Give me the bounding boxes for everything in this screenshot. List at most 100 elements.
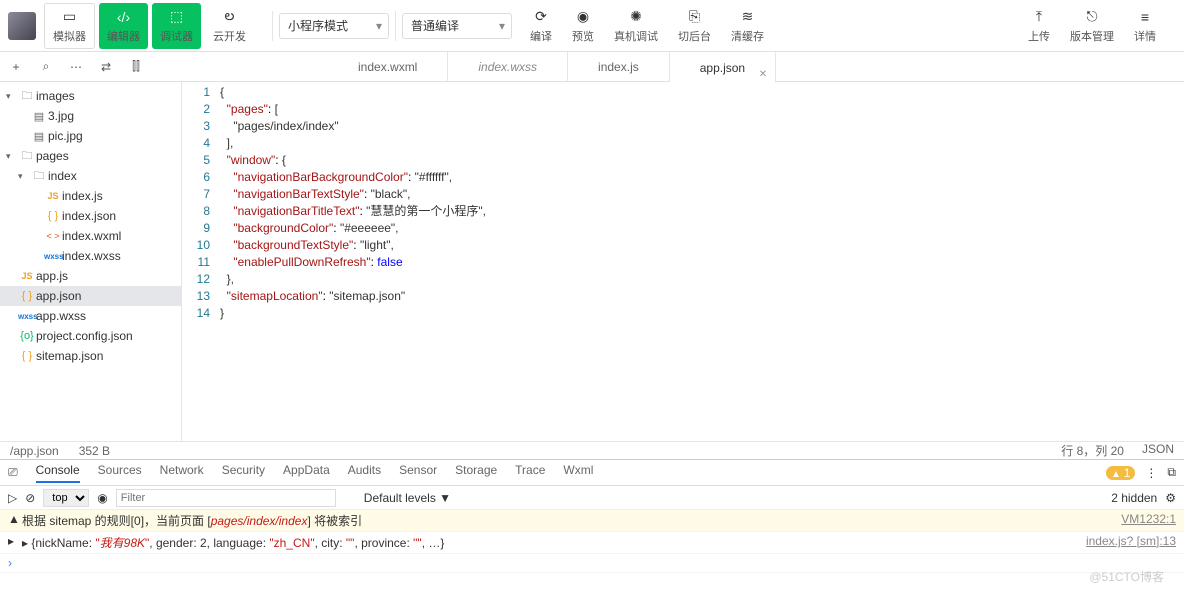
eye-icon[interactable]: ◉ [97, 491, 107, 505]
console-tab-wxml[interactable]: Wxml [563, 463, 593, 483]
tree-item-pic-jpg[interactable]: ▤pic.jpg [0, 126, 181, 146]
tab-index-js[interactable]: index.js [568, 52, 670, 82]
remote-debug-button[interactable]: ✺真机调试 [606, 4, 666, 48]
dock-icon[interactable]: ⧉ [1167, 465, 1176, 480]
img-icon: ▤ [30, 130, 48, 143]
inspect-icon[interactable]: ⎚ [8, 465, 18, 480]
json-icon: { } [18, 290, 36, 302]
sub-toolbar: + ⌕ ⋯ ⇄ ⫿⫿ index.wxmlindex.wxssindex.jsa… [0, 52, 1184, 82]
console-row[interactable]: ▲根据 sitemap 的规则[0]，当前页面 [pages/index/ind… [0, 510, 1184, 532]
warn-icon: ▲ [8, 512, 22, 529]
console-tab-sources[interactable]: Sources [98, 463, 142, 483]
wxml-icon: < > [44, 231, 62, 241]
js-icon: JS [18, 271, 36, 281]
tree-item-index-json[interactable]: { }index.json [0, 206, 181, 226]
status-position: 行 8，列 20 [1061, 442, 1124, 459]
arrow-icon: ▾ [6, 151, 18, 162]
line-gutter: 1234567891011121314 [182, 82, 220, 441]
avatar[interactable] [8, 12, 36, 40]
console-tab-console[interactable]: Console [36, 463, 80, 483]
js-icon: JS [44, 191, 62, 201]
arrow-icon: ▾ [6, 91, 18, 102]
upload-button[interactable]: ⤒上传 [1020, 4, 1058, 48]
tree-item-app-js[interactable]: JSapp.js [0, 266, 181, 286]
console-prompt[interactable]: › [0, 554, 1184, 573]
play-icon[interactable]: ▷ [8, 491, 17, 505]
tree-item-index-wxml[interactable]: < >index.wxml [0, 226, 181, 246]
console-tab-network[interactable]: Network [160, 463, 204, 483]
status-path: /app.json [10, 444, 59, 458]
details-button[interactable]: ≡详情 [1126, 4, 1164, 48]
console-tab-storage[interactable]: Storage [455, 463, 497, 483]
code-editor[interactable]: 1234567891011121314 { "pages": [ "pages/… [182, 82, 1184, 441]
tab-app-json[interactable]: app.json✕ [670, 52, 776, 82]
console-tab-security[interactable]: Security [222, 463, 265, 483]
editor-tabs: index.wxmlindex.wxssindex.jsapp.json✕ [328, 52, 776, 82]
file-tree: ▾🗀images▤3.jpg▤pic.jpg▾🗀pages▾🗀indexJSin… [0, 82, 182, 441]
tree-item-index[interactable]: ▾🗀index [0, 166, 181, 186]
tree-item-sitemap-json[interactable]: { }sitemap.json [0, 346, 181, 366]
tree-item-images[interactable]: ▾🗀images [0, 86, 181, 106]
tree-item-app-json[interactable]: { }app.json [0, 286, 181, 306]
file-name: images [36, 89, 75, 103]
filter-input[interactable] [116, 489, 336, 507]
simulator-button[interactable]: ▭模拟器 [44, 3, 95, 49]
mode-select[interactable]: 小程序模式 [279, 13, 389, 39]
editor-button[interactable]: ‹/›编辑器 [99, 3, 148, 49]
json-icon: { } [18, 350, 36, 362]
debugger-button[interactable]: ⬚调试器 [152, 3, 201, 49]
new-file-icon[interactable]: + [8, 60, 24, 74]
clear-icon[interactable]: ⊘ [25, 491, 35, 505]
status-bar: /app.json 352 B 行 8，列 20 JSON [0, 441, 1184, 459]
compile-select[interactable]: 普通编译 [402, 13, 512, 39]
gear-icon[interactable]: ⚙ [1165, 491, 1176, 505]
tree-item-pages[interactable]: ▾🗀pages [0, 146, 181, 166]
file-name: project.config.json [36, 329, 133, 343]
compile-button[interactable]: ⟳编译 [522, 4, 560, 48]
cloud-dev-button[interactable]: ల云开发 [205, 3, 254, 49]
config-icon: {o} [18, 330, 36, 342]
file-name: index.json [62, 209, 116, 223]
arrow-icon: ▾ [18, 171, 30, 182]
console-output[interactable]: ▲根据 sitemap 的规则[0]，当前页面 [pages/index/ind… [0, 510, 1184, 589]
devtools-more-icon[interactable]: ⋮ [1145, 466, 1157, 480]
log-icon: ▸ [8, 534, 22, 551]
console-source[interactable]: VM1232:1 [1121, 512, 1176, 529]
tab-index-wxml[interactable]: index.wxml [328, 52, 448, 82]
tree-item-index-wxss[interactable]: wxssindex.wxss [0, 246, 181, 266]
status-lang: JSON [1142, 442, 1174, 459]
file-name: index.wxml [62, 229, 121, 243]
console-tab-appdata[interactable]: AppData [283, 463, 330, 483]
list-icon[interactable]: ⇄ [98, 60, 114, 74]
console-tab-sensor[interactable]: Sensor [399, 463, 437, 483]
split-icon[interactable]: ⫿⫿ [128, 59, 144, 74]
console-message: 根据 sitemap 的规则[0]，当前页面 [pages/index/inde… [22, 512, 1121, 529]
console-source[interactable]: index.js? [sm]:13 [1086, 534, 1176, 551]
tree-item-project-config.json[interactable]: {o}project.config.json [0, 326, 181, 346]
tree-item-index-js[interactable]: JSindex.js [0, 186, 181, 206]
file-name: index.js [62, 189, 103, 203]
wxss-icon: wxss [18, 312, 36, 321]
console-row[interactable]: ▸▸ {nickName: "我有98K", gender: 2, langua… [0, 532, 1184, 554]
img-icon: ▤ [30, 110, 48, 123]
close-icon[interactable]: ✕ [759, 60, 767, 90]
console-tab-audits[interactable]: Audits [348, 463, 381, 483]
levels-select[interactable]: Default levels ▼ [364, 491, 451, 505]
json-icon: { } [44, 210, 62, 222]
tab-index-wxss[interactable]: index.wxss [448, 52, 568, 82]
tree-item-3-jpg[interactable]: ▤3.jpg [0, 106, 181, 126]
clear-cache-button[interactable]: ≋清缓存 [723, 4, 772, 48]
tree-item-app-wxss[interactable]: wxssapp.wxss [0, 306, 181, 326]
background-button[interactable]: ⎘切后台 [670, 4, 719, 48]
more-icon[interactable]: ⋯ [68, 60, 84, 74]
search-icon[interactable]: ⌕ [38, 59, 54, 74]
preview-button[interactable]: ◉预览 [564, 4, 602, 48]
folder-icon: 🗀 [30, 167, 48, 186]
scope-select[interactable]: top [43, 489, 89, 507]
version-button[interactable]: ⎋版本管理 [1062, 4, 1122, 48]
warning-badge[interactable]: ▲ 1 [1106, 466, 1135, 480]
file-name: app.json [36, 289, 81, 303]
main-toolbar: ▭模拟器 ‹/›编辑器 ⬚调试器 ల云开发 小程序模式 普通编译 ⟳编译 ◉预览… [0, 0, 1184, 52]
console-tab-trace[interactable]: Trace [515, 463, 545, 483]
code-content[interactable]: { "pages": [ "pages/index/index" ], "win… [220, 82, 1184, 441]
